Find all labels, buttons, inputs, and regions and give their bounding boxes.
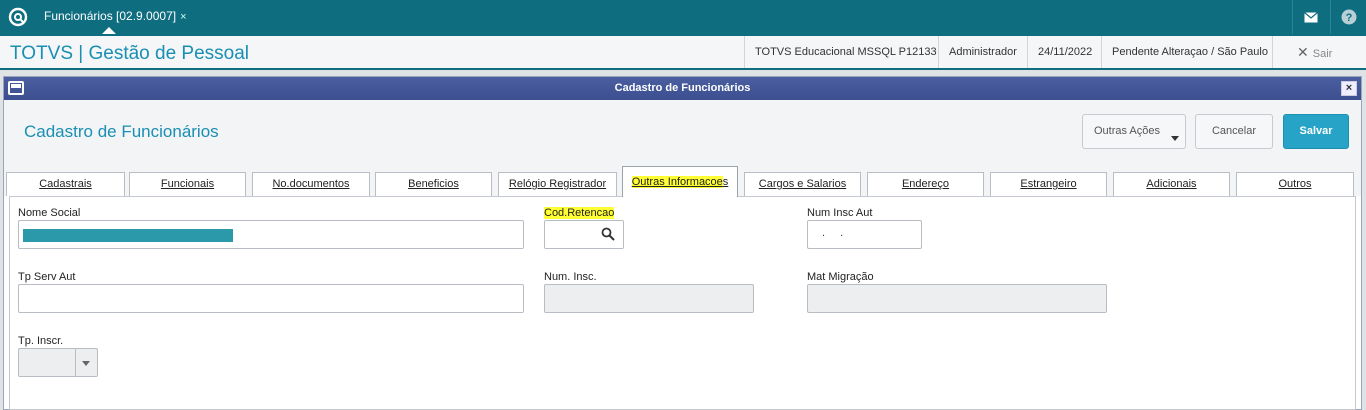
exit-label: Sair: [1312, 48, 1333, 60]
tab-endereco[interactable]: Endereço: [867, 172, 984, 196]
tab-outros[interactable]: Outros: [1236, 172, 1354, 196]
num-insc-aut-value: . .: [822, 227, 850, 239]
tab-bar: Cadastrais Funcionais No.documentos Bene…: [4, 162, 1361, 197]
mail-icon[interactable]: [1292, 0, 1328, 34]
num-insc-aut-input[interactable]: . .: [807, 220, 922, 249]
tp-serv-aut-label: Tp Serv Aut: [18, 271, 76, 283]
register-window: Cadastro de Funcionários × Cadastro de F…: [3, 76, 1362, 410]
cod-retencao-label-text: Cod.Retencao: [544, 207, 615, 219]
tab-cargos-e-salarios[interactable]: Cargos e Salarios: [744, 172, 861, 196]
tab-beneficios[interactable]: Beneficios: [375, 172, 492, 196]
chevron-down-icon[interactable]: [75, 349, 97, 376]
tab-funcionais[interactable]: Funcionais: [129, 172, 246, 196]
mat-migracao-input: [807, 284, 1107, 313]
tab-no-documentos[interactable]: No.documentos: [252, 172, 370, 196]
other-actions-label: Outras Ações: [1093, 125, 1161, 137]
form-content: Nome Social Cod.Retencao Num Insc Aut . …: [9, 196, 1356, 410]
logo-icon[interactable]: [8, 7, 28, 27]
window-title: Cadastro de Funcionários: [614, 82, 751, 94]
num-insc-aut-label: Num Insc Aut: [807, 207, 873, 219]
close-tab-icon[interactable]: ×: [180, 11, 186, 23]
app-title: TOTVS | Gestão de Pessoal: [10, 43, 250, 64]
close-icon: ✕: [1297, 44, 1309, 60]
cod-retencao-label: Cod.Retencao: [544, 207, 615, 219]
tab-caret: [102, 27, 116, 34]
save-button[interactable]: Salvar: [1283, 114, 1349, 149]
tp-inscr-select[interactable]: [18, 348, 98, 377]
search-icon[interactable]: [601, 227, 615, 241]
database-status: TOTVS Educacional MSSQL P12133: [744, 36, 947, 68]
redacted-value: [23, 229, 233, 242]
tp-serv-aut-input[interactable]: [18, 284, 524, 313]
form-title: Cadastro de Funcionários: [24, 122, 219, 141]
nome-social-label: Nome Social: [18, 207, 81, 219]
tab-outras-informacoes-label: Outras Informacoe: [631, 176, 723, 188]
tab-outras-informacoes[interactable]: Outras Informacoes: [622, 166, 738, 197]
svg-text:?: ?: [1345, 12, 1352, 24]
date-status: 24/11/2022: [1027, 36, 1102, 68]
tp-inscr-label: Tp. Inscr.: [18, 335, 64, 347]
cancel-button[interactable]: Cancelar: [1195, 114, 1273, 149]
mat-migracao-label: Mat Migração: [807, 271, 874, 283]
cod-retencao-input[interactable]: [544, 220, 624, 249]
other-actions-button[interactable]: Outras Ações: [1082, 114, 1186, 149]
help-icon[interactable]: ?: [1330, 0, 1366, 34]
pending-status: Pendente Alteraçao / São Paulo: [1101, 36, 1278, 68]
tab-outras-informacoes-label-tail: s: [722, 176, 729, 188]
num-insc-label: Num. Insc.: [544, 271, 597, 283]
window-system-icon[interactable]: [8, 81, 24, 95]
window-titlebar: Cadastro de Funcionários ×: [4, 77, 1361, 100]
tab-adicionais[interactable]: Adicionais: [1113, 172, 1230, 196]
form-header: Cadastro de Funcionários Outras Ações Ca…: [4, 100, 1361, 162]
app-tab-label: Funcionários [02.9.0007]: [44, 9, 177, 23]
user-status: Administrador: [938, 36, 1027, 68]
top-bar: Funcionários [02.9.0007] × ?: [0, 0, 1366, 34]
nome-social-input[interactable]: [18, 220, 524, 249]
chevron-down-icon: [1171, 136, 1179, 141]
tab-relogio-registrador[interactable]: Relógio Registrador: [498, 172, 617, 196]
tab-estrangeiro[interactable]: Estrangeiro: [990, 172, 1107, 196]
num-insc-input: [544, 284, 754, 313]
exit-button[interactable]: ✕ Sair: [1272, 36, 1366, 68]
app-header: TOTVS | Gestão de Pessoal TOTVS Educacio…: [0, 34, 1366, 70]
window-close-button[interactable]: ×: [1341, 81, 1357, 96]
tab-cadastrais[interactable]: Cadastrais: [6, 172, 125, 196]
